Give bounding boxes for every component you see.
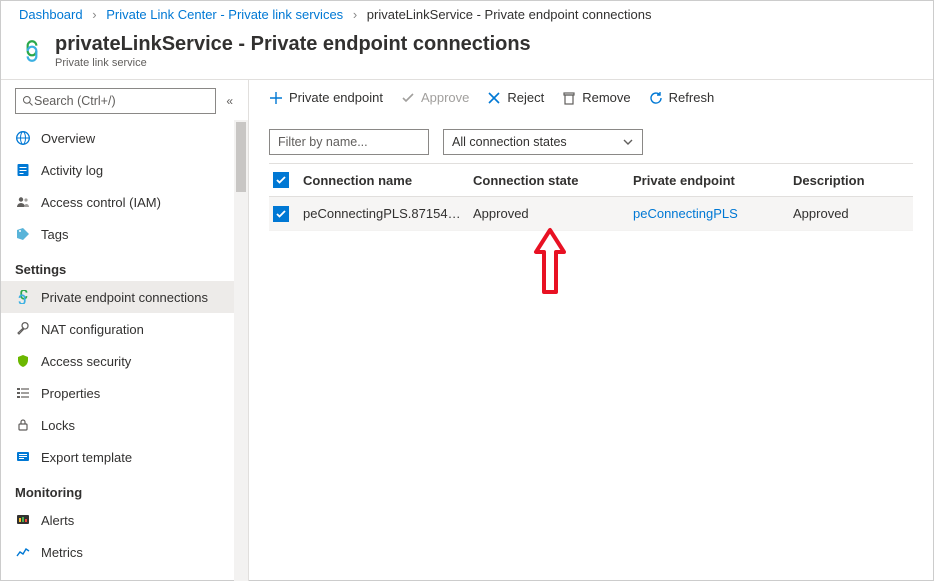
toolbar-label: Remove [582, 90, 630, 105]
sidebar-section-settings: Settings [1, 250, 248, 281]
dropdown-label: All connection states [452, 135, 567, 149]
lock-icon [15, 417, 31, 433]
toolbar-label: Private endpoint [289, 90, 383, 105]
page-subtitle: Private link service [55, 57, 531, 69]
reject-button[interactable]: Reject [487, 90, 544, 105]
approve-button[interactable]: Approve [401, 90, 469, 105]
endpoint-icon [15, 289, 31, 305]
refresh-icon [649, 91, 663, 105]
sidebar-item-metrics[interactable]: Metrics [1, 536, 248, 568]
chevron-down-icon [622, 136, 634, 148]
plus-icon [269, 91, 283, 105]
sidebar-scrollbar[interactable] [234, 120, 248, 581]
sidebar-item-label: NAT configuration [41, 322, 144, 337]
remove-button[interactable]: Remove [562, 90, 630, 105]
sidebar-item-label: Tags [41, 227, 68, 242]
log-icon [15, 162, 31, 178]
trash-icon [562, 91, 576, 105]
breadcrumb-dashboard[interactable]: Dashboard [19, 7, 83, 22]
sidebar-item-overview[interactable]: Overview [1, 122, 248, 154]
page-title: privateLinkService - Private endpoint co… [55, 33, 531, 56]
alerts-icon [15, 512, 31, 528]
sidebar-item-private-endpoint-connections[interactable]: Private endpoint connections [1, 281, 248, 313]
sidebar-item-label: Export template [41, 450, 132, 465]
toolbar: Private endpoint Approve Reject Remove R… [249, 80, 933, 115]
check-icon [401, 91, 415, 105]
people-icon [15, 194, 31, 210]
sidebar-search-input[interactable] [34, 94, 209, 108]
cell-connection-name: peConnectingPLS.871541... [303, 206, 473, 221]
table-header-row: Connection name Connection state Private… [269, 163, 913, 197]
globe-icon [15, 130, 31, 146]
search-icon [22, 95, 34, 107]
col-description[interactable]: Description [793, 173, 913, 188]
cell-description: Approved [793, 206, 913, 221]
sidebar-item-locks[interactable]: Locks [1, 409, 248, 441]
x-icon [487, 91, 501, 105]
sidebar-item-label: Access security [41, 354, 131, 369]
sidebar-item-label: Locks [41, 418, 75, 433]
private-link-service-icon [19, 38, 45, 64]
filter-by-name-input[interactable] [269, 129, 429, 155]
sidebar-item-nat-configuration[interactable]: NAT configuration [1, 313, 248, 345]
toolbar-label: Approve [421, 90, 469, 105]
properties-icon [15, 385, 31, 401]
shield-icon [15, 353, 31, 369]
sidebar-section-monitoring: Monitoring [1, 473, 248, 504]
cell-connection-state: Approved [473, 206, 633, 221]
sidebar-item-label: Alerts [41, 513, 74, 528]
cell-private-endpoint-link[interactable]: peConnectingPLS [633, 206, 793, 221]
row-checkbox[interactable] [273, 206, 289, 222]
sidebar-item-properties[interactable]: Properties [1, 377, 248, 409]
scrollbar-thumb[interactable] [236, 122, 246, 192]
sidebar-item-label: Private endpoint connections [41, 290, 208, 305]
breadcrumb: Dashboard › Private Link Center - Privat… [1, 1, 933, 27]
toolbar-label: Reject [507, 90, 544, 105]
toolbar-label: Refresh [669, 90, 715, 105]
collapse-sidebar-icon[interactable]: « [226, 94, 230, 108]
breadcrumb-plcenter[interactable]: Private Link Center - Private link servi… [106, 7, 343, 22]
sidebar-item-activity-log[interactable]: Activity log [1, 154, 248, 186]
connections-table: Connection name Connection state Private… [249, 163, 933, 231]
sidebar-search[interactable] [15, 88, 216, 114]
sidebar-item-label: Overview [41, 131, 95, 146]
sidebar-item-access-security[interactable]: Access security [1, 345, 248, 377]
metrics-icon [15, 544, 31, 560]
add-private-endpoint-button[interactable]: Private endpoint [269, 90, 383, 105]
page-header: privateLinkService - Private endpoint co… [1, 27, 933, 79]
sidebar-item-iam[interactable]: Access control (IAM) [1, 186, 248, 218]
sidebar-item-export-template[interactable]: Export template [1, 441, 248, 473]
col-connection-state[interactable]: Connection state [473, 173, 633, 188]
sidebar-item-label: Metrics [41, 545, 83, 560]
refresh-button[interactable]: Refresh [649, 90, 715, 105]
sidebar-item-label: Access control (IAM) [41, 195, 161, 210]
chevron-right-icon: › [353, 7, 357, 22]
breadcrumb-current: privateLinkService - Private endpoint co… [367, 7, 652, 22]
select-all-checkbox[interactable] [273, 172, 289, 188]
sidebar-item-label: Properties [41, 386, 100, 401]
sidebar-item-alerts[interactable]: Alerts [1, 504, 248, 536]
tag-icon [15, 226, 31, 242]
main-pane: Private endpoint Approve Reject Remove R… [249, 80, 933, 581]
chevron-right-icon: › [92, 7, 96, 22]
col-private-endpoint[interactable]: Private endpoint [633, 173, 793, 188]
export-icon [15, 449, 31, 465]
sidebar: « Overview Activity log Access control (… [1, 80, 249, 581]
sidebar-item-tags[interactable]: Tags [1, 218, 248, 250]
wrench-icon [15, 321, 31, 337]
table-row[interactable]: peConnectingPLS.871541... Approved peCon… [269, 197, 913, 231]
sidebar-item-label: Activity log [41, 163, 103, 178]
connection-state-dropdown[interactable]: All connection states [443, 129, 643, 155]
col-connection-name[interactable]: Connection name [303, 173, 473, 188]
